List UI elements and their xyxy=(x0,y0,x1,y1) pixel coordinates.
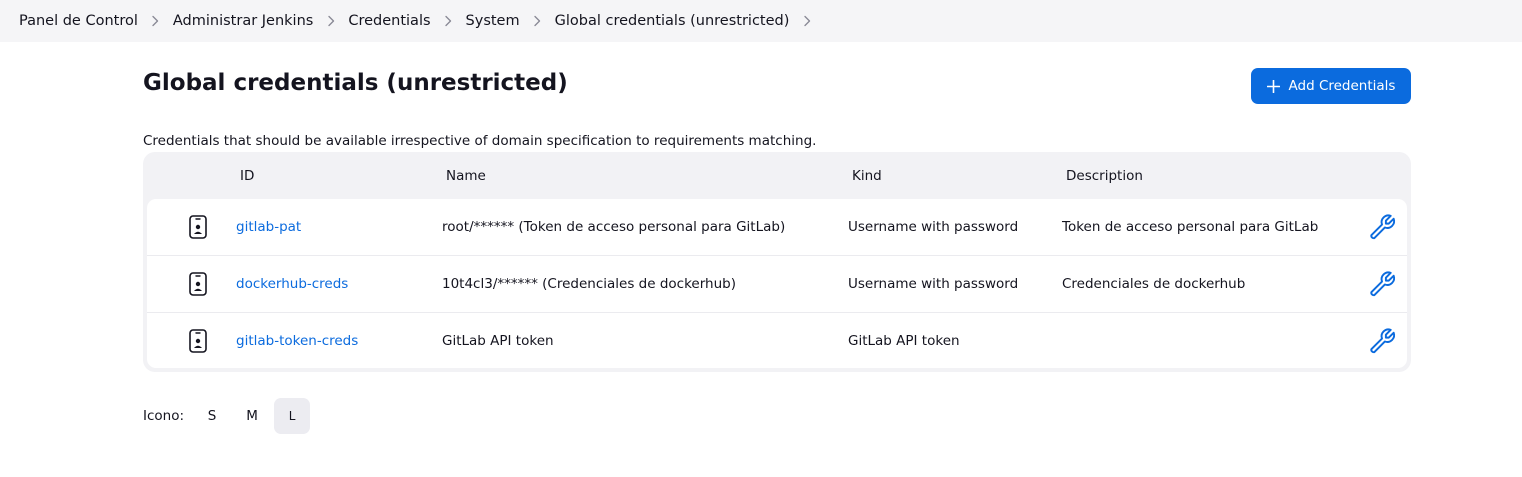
breadcrumb-item-manage-jenkins[interactable]: Administrar Jenkins xyxy=(173,13,313,29)
column-header-id[interactable]: ID xyxy=(240,168,254,184)
credentials-table: ID Name Kind Description gitlab-pat root… xyxy=(143,152,1411,372)
column-header-description[interactable]: Description xyxy=(1066,168,1143,184)
credential-kind: GitLab API token xyxy=(848,332,960,349)
table-row: gitlab-token-creds GitLab API token GitL… xyxy=(147,313,1407,368)
credential-phone-icon xyxy=(189,272,207,296)
table-body: gitlab-pat root/****** (Token de acceso … xyxy=(147,199,1407,368)
column-header-name[interactable]: Name xyxy=(446,168,486,184)
chevron-right-icon[interactable] xyxy=(789,11,824,31)
credential-description: Token de acceso personal para GitLab xyxy=(1062,219,1319,235)
chevron-right-icon xyxy=(431,11,466,31)
credential-id-link[interactable]: gitlab-token-creds xyxy=(236,333,358,349)
icon-size-option-l[interactable]: L xyxy=(274,398,311,434)
breadcrumb-item-credentials[interactable]: Credentials xyxy=(348,13,430,29)
chevron-right-icon xyxy=(313,11,348,31)
domain-description: Credentials that should be available irr… xyxy=(143,133,817,149)
breadcrumb-item-global-credentials[interactable]: Global credentials (unrestricted) xyxy=(555,13,790,29)
column-header-kind[interactable]: Kind xyxy=(852,168,882,184)
credential-name: root/****** (Token de acceso personal pa… xyxy=(442,219,786,235)
add-credentials-button[interactable]: Add Credentials xyxy=(1251,68,1411,104)
icon-size-option-m[interactable]: M xyxy=(234,398,270,434)
wrench-icon[interactable] xyxy=(1367,212,1398,243)
table-row: gitlab-pat root/****** (Token de acceso … xyxy=(147,199,1407,256)
table-row: dockerhub-creds 10t4cl3/****** (Credenci… xyxy=(147,256,1407,313)
credential-name: 10t4cl3/****** (Credenciales de dockerhu… xyxy=(442,276,736,292)
wrench-icon[interactable] xyxy=(1367,325,1398,356)
breadcrumb-item-dashboard[interactable]: Panel de Control xyxy=(19,13,138,29)
credential-phone-icon xyxy=(189,328,207,353)
icon-size-option-s[interactable]: S xyxy=(194,398,230,434)
credential-description: Credenciales de dockerhub xyxy=(1062,276,1246,292)
credential-kind: Username with password xyxy=(848,219,1019,235)
credential-id-link[interactable]: gitlab-pat xyxy=(236,219,301,235)
breadcrumb: Panel de Control Administrar Jenkins Cre… xyxy=(0,0,1522,42)
credential-name: GitLab API token xyxy=(442,332,554,349)
credential-kind: Username with password xyxy=(848,276,1019,292)
page-title: Global credentials (unrestricted) xyxy=(143,70,568,96)
breadcrumb-item-system[interactable]: System xyxy=(466,13,520,29)
plus-icon xyxy=(1266,79,1280,93)
chevron-right-icon xyxy=(520,11,555,31)
icon-size-label: Icono: xyxy=(143,408,185,424)
table-header: ID Name Kind Description xyxy=(147,152,1407,199)
add-credentials-label: Add Credentials xyxy=(1288,78,1396,94)
credential-id-link[interactable]: dockerhub-creds xyxy=(236,276,348,292)
wrench-icon[interactable] xyxy=(1367,269,1398,300)
icon-size-selector: Icono: S M L xyxy=(143,398,314,434)
credential-phone-icon xyxy=(189,215,207,239)
chevron-right-icon xyxy=(138,11,173,31)
